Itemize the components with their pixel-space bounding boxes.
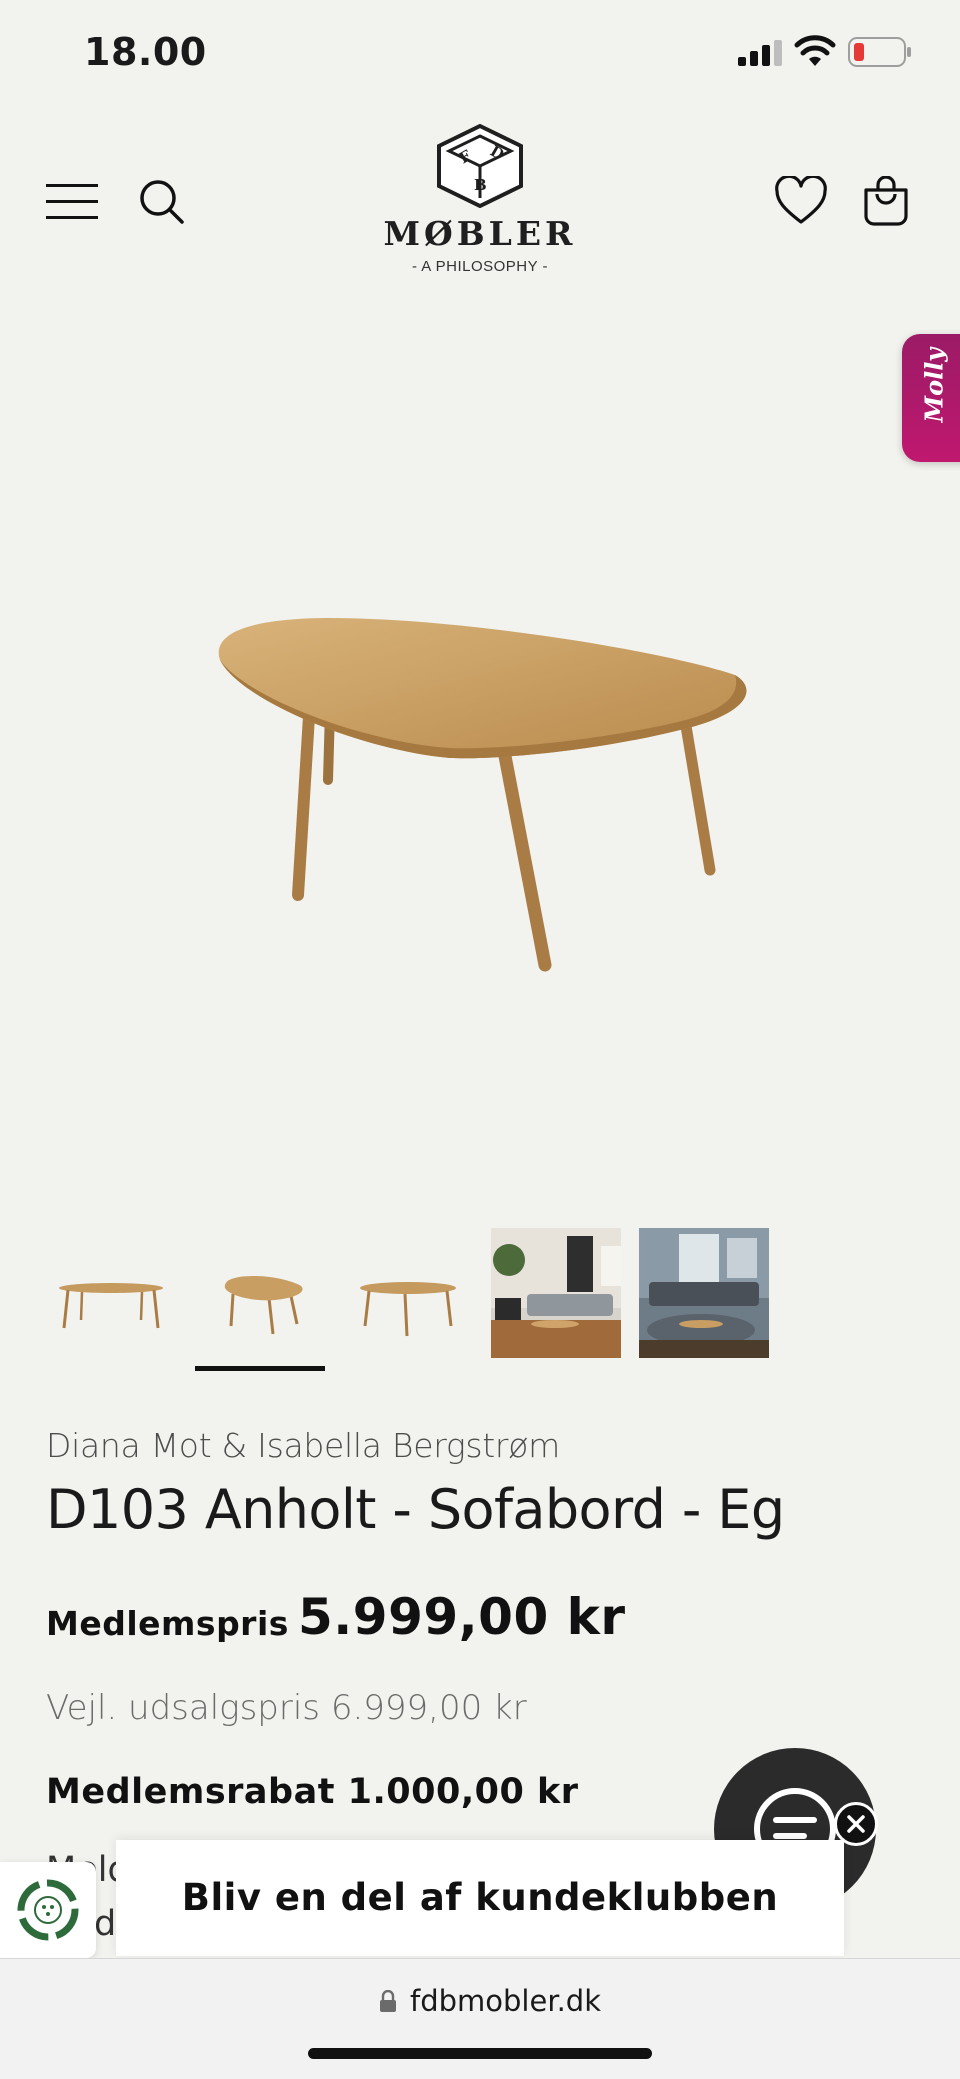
thumbnail-4-living-room[interactable] [491,1228,621,1358]
member-price: 5.999,00 kr [298,1588,626,1646]
thumbnail-5-sofa-room[interactable] [639,1228,769,1358]
wifi-icon [794,35,836,66]
logo-tagline: - A PHILOSOPHY - [411,258,549,275]
cellular-signal-icon [738,40,782,66]
shopping-bag-icon[interactable] [862,176,910,226]
recommended-retail-price: Vejl. udsalgspris 6.999,00 kr [46,1688,527,1728]
menu-button[interactable] [46,183,98,221]
site-logo[interactable]: F D B MØBLER - A PHILOSOPHY - [380,124,580,284]
obscured-text-line-2: d [94,1904,117,1944]
product-title: D103 Anholt - Sofabord - Eg [46,1478,785,1541]
join-club-label: Bliv en del af kundeklubben [181,1876,779,1919]
home-indicator[interactable] [308,2048,652,2059]
member-discount: Medlemsrabat 1.000,00 kr [46,1772,579,1812]
recycle-badge[interactable] [0,1862,96,1958]
close-icon [847,1815,865,1833]
search-icon[interactable] [138,178,186,226]
thumbnail-3[interactable] [343,1228,473,1358]
recycle-icon [17,1879,79,1941]
thumbnail-1[interactable] [46,1228,176,1358]
status-time: 18.00 [84,30,207,74]
heart-icon[interactable] [774,176,828,226]
lock-icon [380,1990,396,2012]
member-price-label: Medlemspris [46,1604,289,1643]
molly-assistant-tab[interactable]: Molly [902,334,960,462]
molly-label: Molly [919,347,949,423]
logo-cube-icon: F D B [437,124,523,208]
battery-icon [848,37,911,67]
join-club-banner[interactable]: Bliv en del af kundeklubben [116,1840,844,1956]
product-image-table[interactable] [200,600,760,980]
product-designer: Diana Mot & Isabella Bergstrøm [46,1426,560,1465]
browser-url-bar[interactable] [0,1958,960,2079]
thumbnail-2[interactable] [195,1228,325,1358]
thumbnail-active-indicator [195,1366,325,1371]
logo-brand-text: MØBLER [383,214,577,253]
logo-letter-b: B [474,176,487,194]
browser-url[interactable]: fdbmobler.dk [410,1984,601,2018]
